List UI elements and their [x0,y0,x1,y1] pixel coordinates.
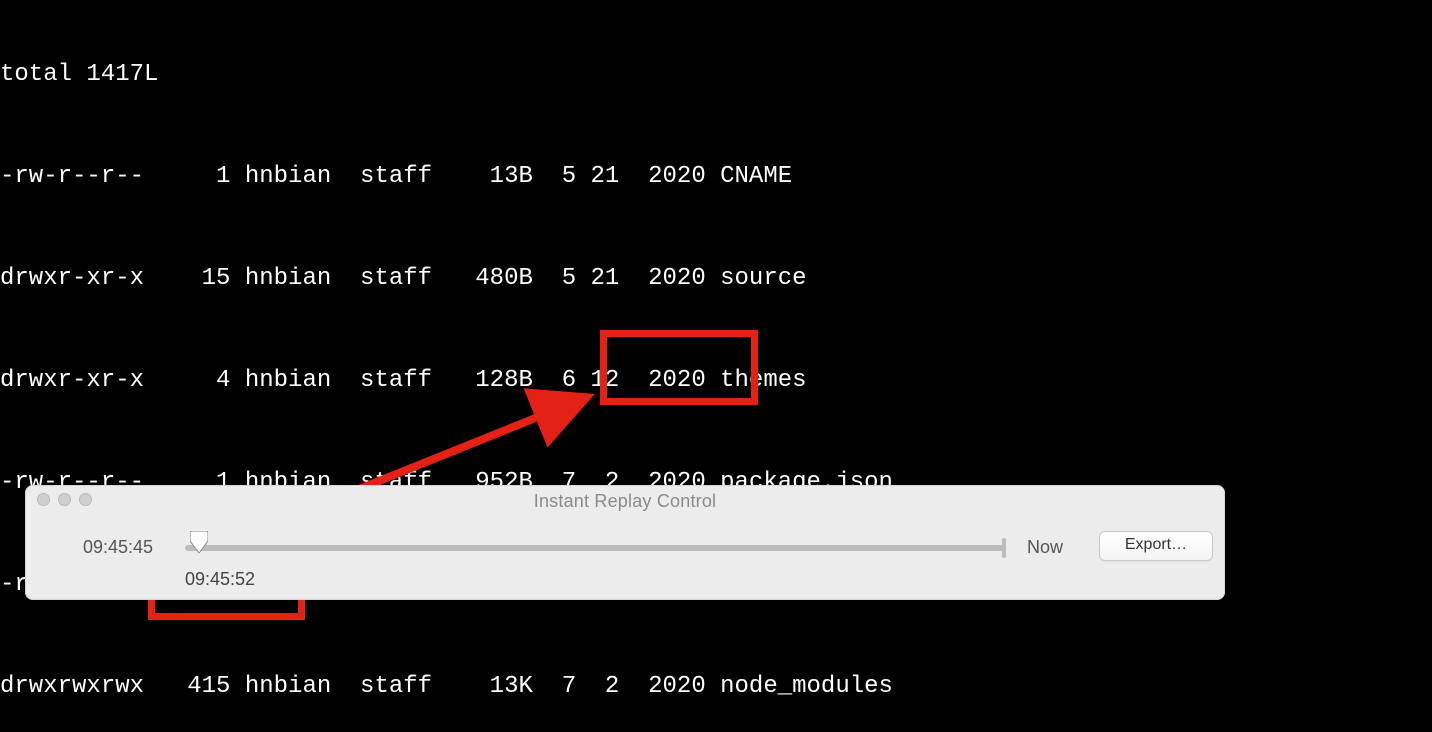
instant-replay-panel: Instant Replay Control 09:45:45 09:45:52… [25,485,1225,600]
replay-now-label: Now [1027,537,1063,558]
export-button[interactable]: Export… [1099,531,1213,561]
replay-start-time: 09:45:45 [83,537,153,558]
panel-title: Instant Replay Control [25,491,1225,512]
replay-slider-thumb[interactable] [190,531,208,553]
ls-row: drwxrwxrwx 415 hnbian staff 13K 7 2 2020… [0,670,965,704]
replay-slider-track[interactable] [185,545,1005,551]
ls-row: drwxr-xr-x 15 hnbian staff 480B 5 21 202… [0,262,965,296]
ls-row: -rw-r--r-- 1 hnbian staff 13B 5 21 2020 … [0,160,965,194]
replay-slider-end [1002,538,1006,558]
terminal-output: total 1417L -rw-r--r-- 1 hnbian staff 13… [0,0,965,732]
ls-header-cutoff: total 1417L [0,58,965,92]
replay-thumb-time: 09:45:52 [185,569,255,590]
ls-row: drwxr-xr-x 4 hnbian staff 128B 6 12 2020… [0,364,965,398]
